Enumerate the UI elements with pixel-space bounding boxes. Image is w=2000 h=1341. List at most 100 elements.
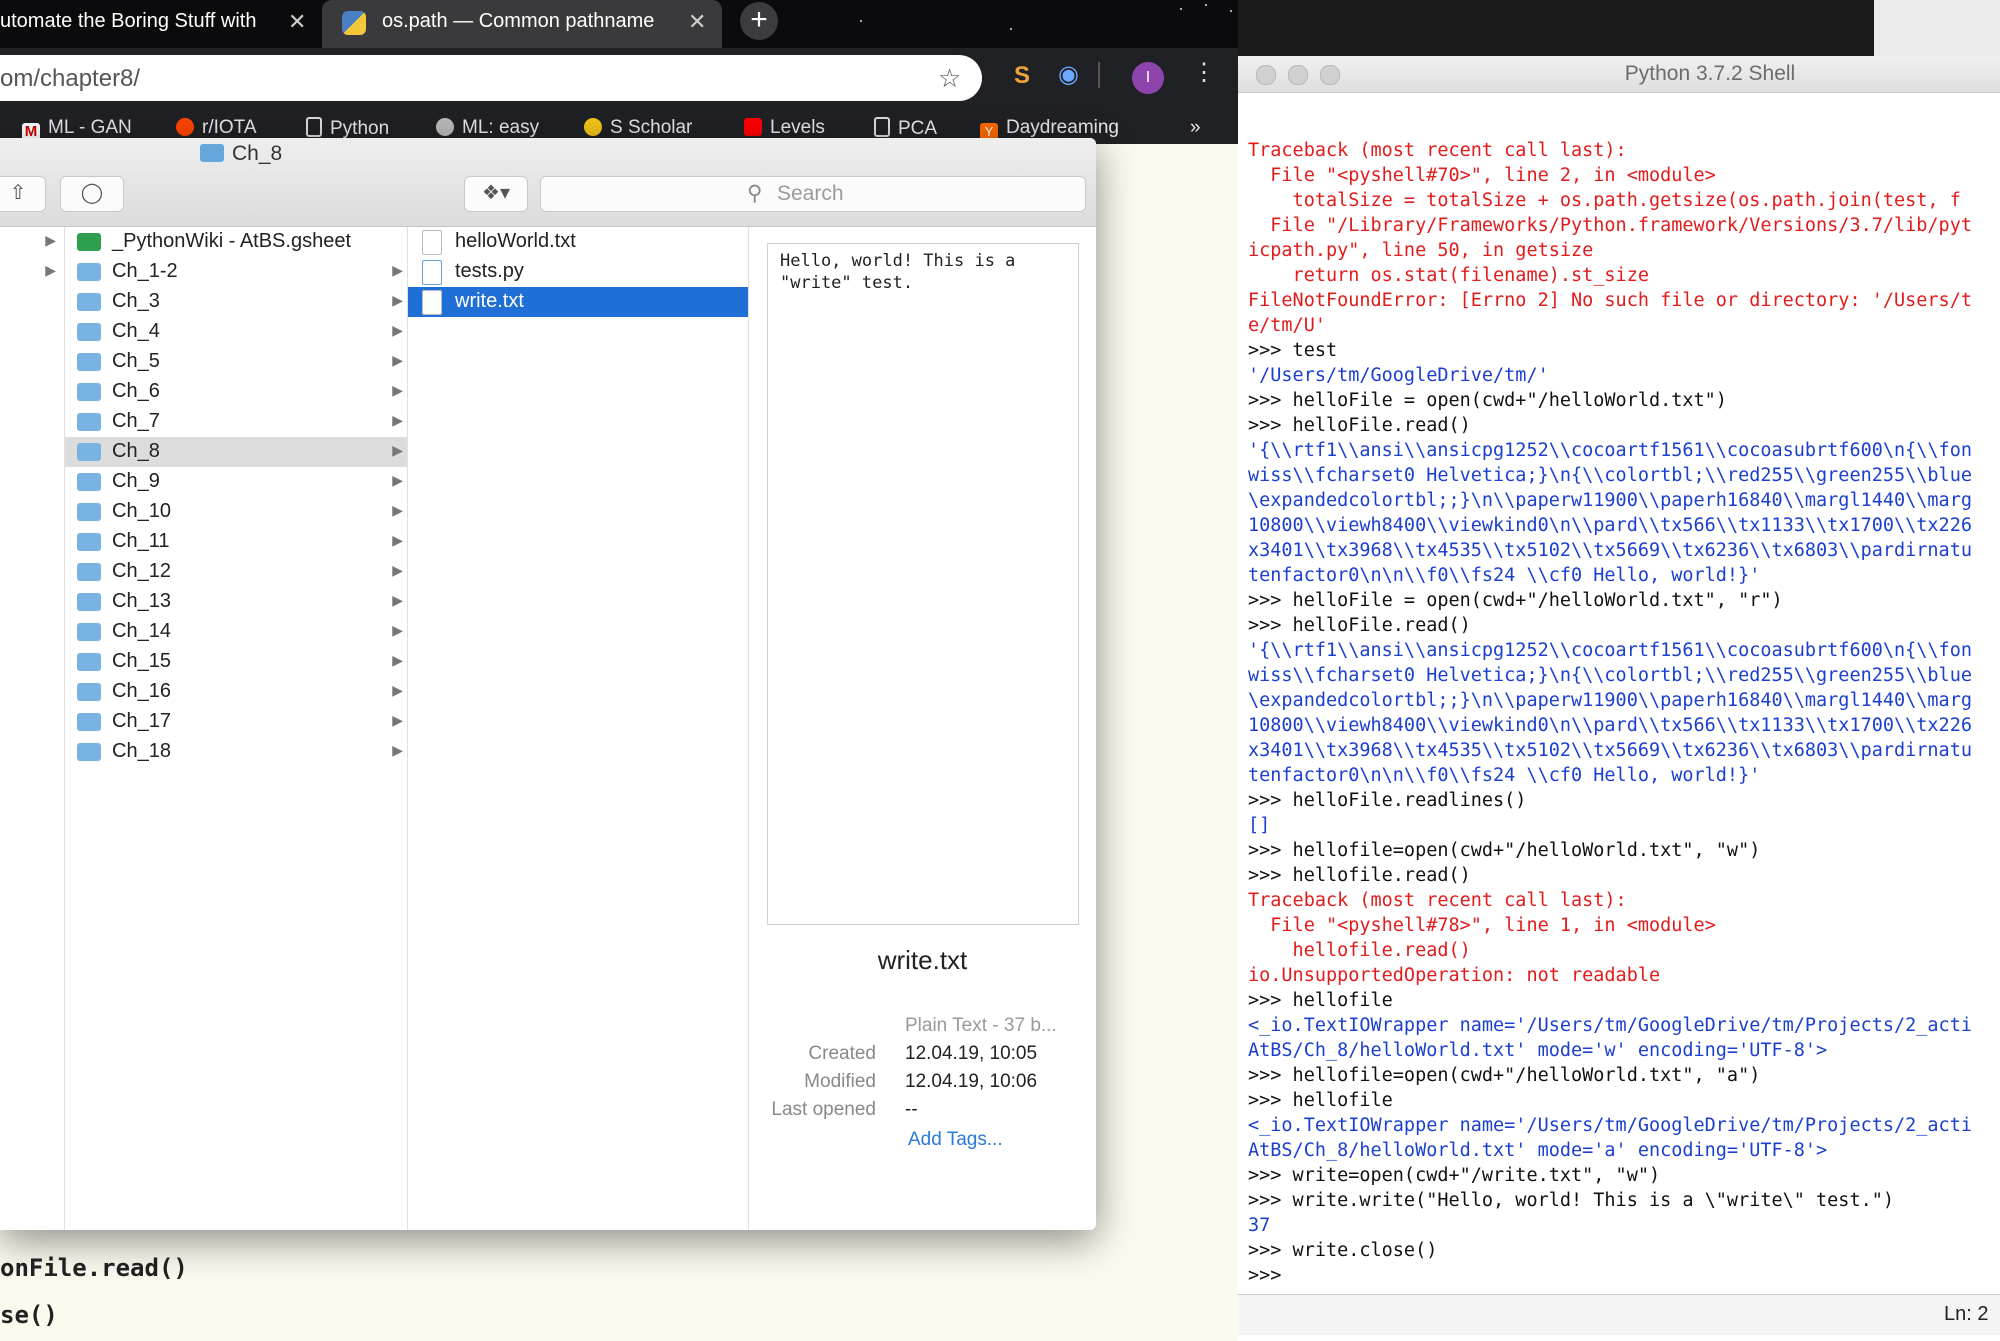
line-number: Ln: 2 [1944,1303,1989,1325]
bookmark-levels[interactable]: Levels [744,117,825,139]
shell-line: \expandedcolortbl;;}\n\\paperw11900\\pap… [1248,690,1972,711]
shell-line: AtBS/Ch_8/helloWorld.txt' mode='w' encod… [1248,1040,1828,1061]
shell-line: File "/Library/Frameworks/Python.framewo… [1248,215,1972,236]
created-label: Created [808,1043,876,1064]
shell-line: >>> hellofile.read() [1248,865,1471,886]
extension-ghost-icon[interactable]: ◉ [1058,60,1079,89]
profile-avatar[interactable]: I [1132,62,1164,94]
shell-line: >>> hellofile [1248,1090,1393,1111]
disclosure-arrow-icon: ▶ [392,682,403,698]
list-item[interactable]: Ch_16 ▶ [65,677,407,707]
text-file-icon [422,290,442,315]
list-item[interactable]: Ch_4 ▶ [65,317,407,347]
list-item[interactable]: helloWorld.txt [408,227,748,257]
folder-icon [77,713,101,731]
list-item[interactable]: Ch_18 ▶ [65,737,407,767]
address-bar[interactable]: om/chapter8/ ☆ [0,55,982,101]
tab-os-path[interactable]: os.path — Common pathname ✕ [322,0,722,48]
folder-icon [77,623,101,641]
search-placeholder: Search [777,182,844,205]
python-logo-icon [342,11,366,35]
tab-title: os.path — Common pathname [382,10,655,32]
python-shell-window: Python 3.7.2 Shell Traceback (most recen… [1238,56,2000,1341]
text-file-icon [422,230,442,255]
shell-status-bar: Ln: 2 [1238,1294,2000,1335]
new-tab-button[interactable]: + [740,2,778,40]
disclosure-arrow-icon: ▶ [392,592,403,608]
folder-icon [77,323,101,341]
list-item[interactable]: Ch_15 ▶ [65,647,407,677]
list-item[interactable]: Ch_11 ▶ [65,527,407,557]
list-item[interactable]: ▶ [0,257,64,287]
shell-line: >>> hellofile=open(cwd+"/helloWorld.txt"… [1248,1065,1761,1086]
shell-output[interactable]: Traceback (most recent call last): File … [1248,138,2000,1288]
bookmark-r-iota[interactable]: r/IOTA [176,117,257,139]
folder-icon [77,593,101,611]
shell-line: <_io.TextIOWrapper name='/Users/tm/Googl… [1248,1015,1972,1036]
bookmark-star-icon[interactable]: ☆ [938,63,961,94]
list-item[interactable]: Ch_14 ▶ [65,617,407,647]
shell-line: wiss\\fcharset0 Helvetica;}\n{\\colortbl… [1248,465,1972,486]
bookmark-pca[interactable]: PCA [874,117,937,140]
shell-line: Traceback (most recent call last): [1248,140,1627,161]
list-item[interactable]: Ch_13 ▶ [65,587,407,617]
shell-line: File "<pyshell#70>", line 2, in <module> [1248,165,1716,186]
tag-button[interactable]: ◯ [60,176,124,212]
gsheet-icon [77,233,101,251]
folder-icon [77,383,101,401]
search-input[interactable]: ⚲ Search [540,176,1086,212]
finder-column-files: helloWorld.txt tests.py write.txt [408,227,749,1230]
bookmark-ml-easy[interactable]: ML: easy [436,117,539,139]
list-item[interactable]: Ch_9 ▶ [65,467,407,497]
bookmark-python[interactable]: Python [306,117,389,140]
list-item[interactable]: Ch_8 ▶ [65,437,407,467]
menu-kebab-icon[interactable]: ⋮ [1192,58,1216,87]
shell-line: e/tm/U' [1248,315,1326,336]
close-icon[interactable]: ✕ [688,9,706,35]
list-item[interactable]: Ch_3 ▶ [65,287,407,317]
url-text: om/chapter8/ [0,65,141,92]
list-item[interactable]: tests.py [408,257,748,287]
disclosure-arrow-icon: ▶ [392,712,403,728]
close-icon[interactable]: ✕ [288,9,306,35]
tab-title: utomate the Boring Stuff with [0,10,257,32]
folder-icon [77,743,101,761]
list-item[interactable]: Ch_5 ▶ [65,347,407,377]
last-opened-value: -- [905,1099,918,1120]
bookmarks-more[interactable]: » [1190,117,1201,139]
shell-line: '{\\rtf1\\ansi\\ansicpg1252\\cocoartf156… [1248,640,1972,661]
folder-icon [77,563,101,581]
list-item[interactable]: Ch_1-2 ▶ [65,257,407,287]
list-item[interactable]: Ch_7 ▶ [65,407,407,437]
finder-window: Ch_8 ⇧ ◯ ❖▾ ⚲ Search ▶ ▶ _PythonWiki - A… [0,138,1096,1230]
disclosure-arrow-icon: ▶ [392,322,403,338]
list-item[interactable]: Ch_10 ▶ [65,497,407,527]
code-line: se() [0,1301,58,1329]
shell-line: FileNotFoundError: [Errno 2] No such fil… [1248,290,1972,311]
folder-icon [77,263,101,281]
shell-line: >>> [1248,1265,1293,1286]
folder-icon [77,653,101,671]
tab-automate-boring-stuff[interactable]: utomate the Boring Stuff with ✕ [0,0,320,48]
share-icon: ⇧ [9,182,27,204]
bookmark-s-scholar[interactable]: S Scholar [584,117,692,139]
dropbox-icon: ❖▾ [482,182,510,204]
share-button[interactable]: ⇧ [0,176,46,212]
dropbox-button[interactable]: ❖▾ [464,176,528,212]
list-item[interactable]: ▶ [0,227,64,257]
folder-icon [77,413,101,431]
list-item[interactable]: _PythonWiki - AtBS.gsheet [65,227,407,257]
disclosure-arrow-icon: ▶ [392,472,403,488]
folder-icon [77,503,101,521]
list-item[interactable]: Ch_17 ▶ [65,707,407,737]
extension-s-icon[interactable]: S [1014,62,1030,90]
list-item[interactable]: Ch_6 ▶ [65,377,407,407]
disclosure-arrow-icon: ▶ [392,412,403,428]
add-tags-link[interactable]: Add Tags... [908,1129,1003,1151]
toolbar-divider [1098,62,1100,88]
preview-content: Hello, world! This is a "write" test. [780,251,1016,293]
shell-line: >>> helloFile.read() [1248,615,1471,636]
list-item[interactable]: write.txt [408,287,748,317]
shell-line: return os.stat(filename).st_size [1248,265,1649,286]
list-item[interactable]: Ch_12 ▶ [65,557,407,587]
